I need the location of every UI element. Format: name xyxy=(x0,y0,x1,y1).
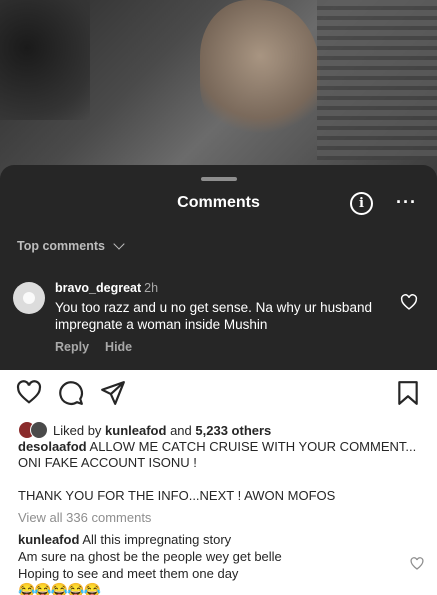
comments-sheet: Comments i ··· Top comments bravo_degrea… xyxy=(0,165,437,370)
liked-by-row[interactable]: Liked by kunleafod and 5,233 others xyxy=(18,421,271,439)
chevron-down-icon xyxy=(113,238,125,250)
bookmark-icon[interactable] xyxy=(397,380,419,406)
heart-icon[interactable] xyxy=(16,380,42,404)
more-icon[interactable]: ··· xyxy=(396,193,417,211)
comment-line: All this impregnating story xyxy=(82,532,232,547)
caption-username[interactable]: desolaafod xyxy=(18,439,87,454)
comment-actions: Reply Hide xyxy=(55,340,132,354)
sort-dropdown[interactable]: Top comments xyxy=(17,238,125,253)
comment-line: Hoping to see and meet them one day xyxy=(18,566,239,581)
avatar[interactable] xyxy=(13,282,45,314)
post-comment: kunleafod All this impregnating story Am… xyxy=(18,531,398,595)
share-icon[interactable] xyxy=(100,380,126,406)
heart-icon[interactable] xyxy=(400,294,418,310)
comment-line: Am sure na ghost be the people wey get b… xyxy=(18,549,282,564)
caption-line: ONI FAKE ACCOUNT ISONU ! xyxy=(18,455,197,470)
liked-others[interactable]: 5,233 others xyxy=(195,423,271,438)
sort-label: Top comments xyxy=(17,239,105,253)
comment-header: bravo_degreat 2h xyxy=(55,281,158,295)
comment-username[interactable]: bravo_degreat xyxy=(55,281,141,295)
hide-button[interactable]: Hide xyxy=(105,340,132,354)
reply-button[interactable]: Reply xyxy=(55,340,89,354)
comment-text: You too razz and u no get sense. Na why … xyxy=(55,300,372,332)
video-shape-blinds xyxy=(317,0,437,160)
liked-user[interactable]: kunleafod xyxy=(105,423,166,438)
video-shape-dark xyxy=(0,0,90,120)
liked-and: and xyxy=(170,422,192,438)
video-shape-person xyxy=(200,0,320,140)
caption-line: ALLOW ME CATCH CRUISE WITH YOUR COMMENT.… xyxy=(89,439,417,454)
post-caption: desolaafod ALLOW ME CATCH CRUISE WITH YO… xyxy=(18,439,418,504)
video-background[interactable] xyxy=(0,0,437,185)
comment-username[interactable]: kunleafod xyxy=(18,532,79,547)
sheet-drag-handle[interactable] xyxy=(201,177,237,181)
avatar xyxy=(30,421,48,439)
liked-prefix: Liked by xyxy=(53,422,102,438)
heart-icon[interactable] xyxy=(410,557,424,570)
info-icon[interactable]: i xyxy=(350,192,373,215)
view-all-comments-link[interactable]: View all 336 comments xyxy=(18,510,151,525)
comment-icon[interactable] xyxy=(58,380,84,406)
comment-emojis: 😂😂😂😂😂 xyxy=(18,582,101,595)
post-actions xyxy=(0,380,437,410)
comment-time: 2h xyxy=(144,281,159,295)
caption-line: THANK YOU FOR THE INFO...NEXT ! AWON MOF… xyxy=(18,488,336,503)
liked-by-text: Liked by kunleafod and 5,233 others xyxy=(53,423,271,438)
